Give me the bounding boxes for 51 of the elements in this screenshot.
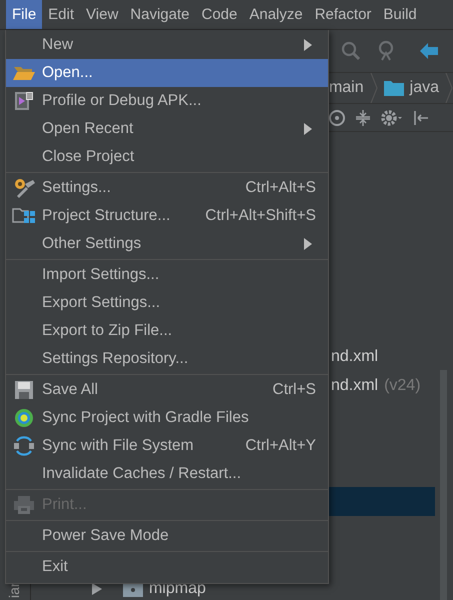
gradle-sync-icon [14, 408, 34, 428]
menu-bar-item[interactable]: View [80, 0, 124, 29]
breadcrumb-separator-icon [445, 73, 453, 103]
tool-window-tab[interactable]: iar [6, 582, 22, 598]
collapse-icon[interactable] [354, 108, 371, 126]
back-arrow-icon[interactable] [418, 42, 439, 60]
menu-bar-item[interactable]: Edit [42, 0, 80, 29]
menu-item[interactable]: Close Project [6, 143, 328, 171]
menu-item[interactable]: Save All Ctrl+S [6, 376, 328, 404]
menu-item[interactable]: Open... [6, 59, 328, 87]
menu-bar-item[interactable]: Build [377, 0, 423, 29]
menu-item[interactable]: Power Save Mode [6, 522, 328, 550]
tree-note: (v24) [384, 376, 421, 394]
menu-bar-item[interactable]: Analyze [243, 0, 309, 29]
menu-bar-item[interactable]: Refactor [308, 0, 378, 29]
menu-bar-item[interactable]: File [6, 0, 42, 29]
gear-icon[interactable] [380, 108, 404, 126]
menu-item[interactable]: Export Settings... [6, 289, 328, 317]
printer-icon [14, 495, 34, 515]
menu-item[interactable]: Import Settings... [6, 261, 328, 289]
tree-label: nd.xml [330, 376, 378, 394]
breadcrumb-item[interactable]: main [328, 79, 364, 97]
document-icon [14, 91, 34, 111]
folder-icon [13, 65, 35, 81]
menu-item[interactable]: Project Structure... Ctrl+Alt+Shift+S [6, 202, 328, 230]
menu-bar-item[interactable]: Navigate [124, 0, 196, 29]
menu-item[interactable]: Other Settings [6, 230, 328, 258]
menu-bar-item[interactable]: Code [195, 0, 244, 29]
submenu-arrow-icon [304, 123, 312, 135]
menu-item[interactable]: Settings Repository... [6, 345, 328, 373]
menu-item[interactable]: Open Recent [6, 115, 328, 143]
submenu-arrow-icon [304, 39, 312, 51]
folder-icon [384, 80, 404, 96]
menu-item[interactable]: Settings... Ctrl+Alt+S [6, 174, 328, 202]
crosshair-icon[interactable] [328, 108, 346, 126]
breadcrumb-separator-icon [370, 73, 378, 103]
menu-item[interactable]: Invalidate Caches / Restart... [6, 460, 328, 488]
wrench-gear-icon [13, 178, 35, 198]
tree-label: mipmap [148, 580, 206, 598]
breadcrumb-item[interactable]: java [410, 79, 439, 97]
menu-item[interactable]: Sync Project with Gradle Files [6, 404, 328, 432]
sync-icon [13, 436, 35, 456]
search-icon[interactable] [340, 41, 361, 61]
menu-item[interactable]: Sync with File System Ctrl+Alt+Y [6, 432, 328, 460]
pin-left-icon[interactable] [412, 110, 429, 126]
menu-item[interactable]: Export to Zip File... [6, 317, 328, 345]
expand-arrow-icon[interactable] [90, 582, 103, 596]
submenu-arrow-icon [304, 238, 312, 250]
menu-item[interactable]: New [6, 31, 328, 59]
menu-item[interactable]: Profile or Debug APK... [6, 87, 328, 115]
project-structure-icon [12, 208, 36, 224]
